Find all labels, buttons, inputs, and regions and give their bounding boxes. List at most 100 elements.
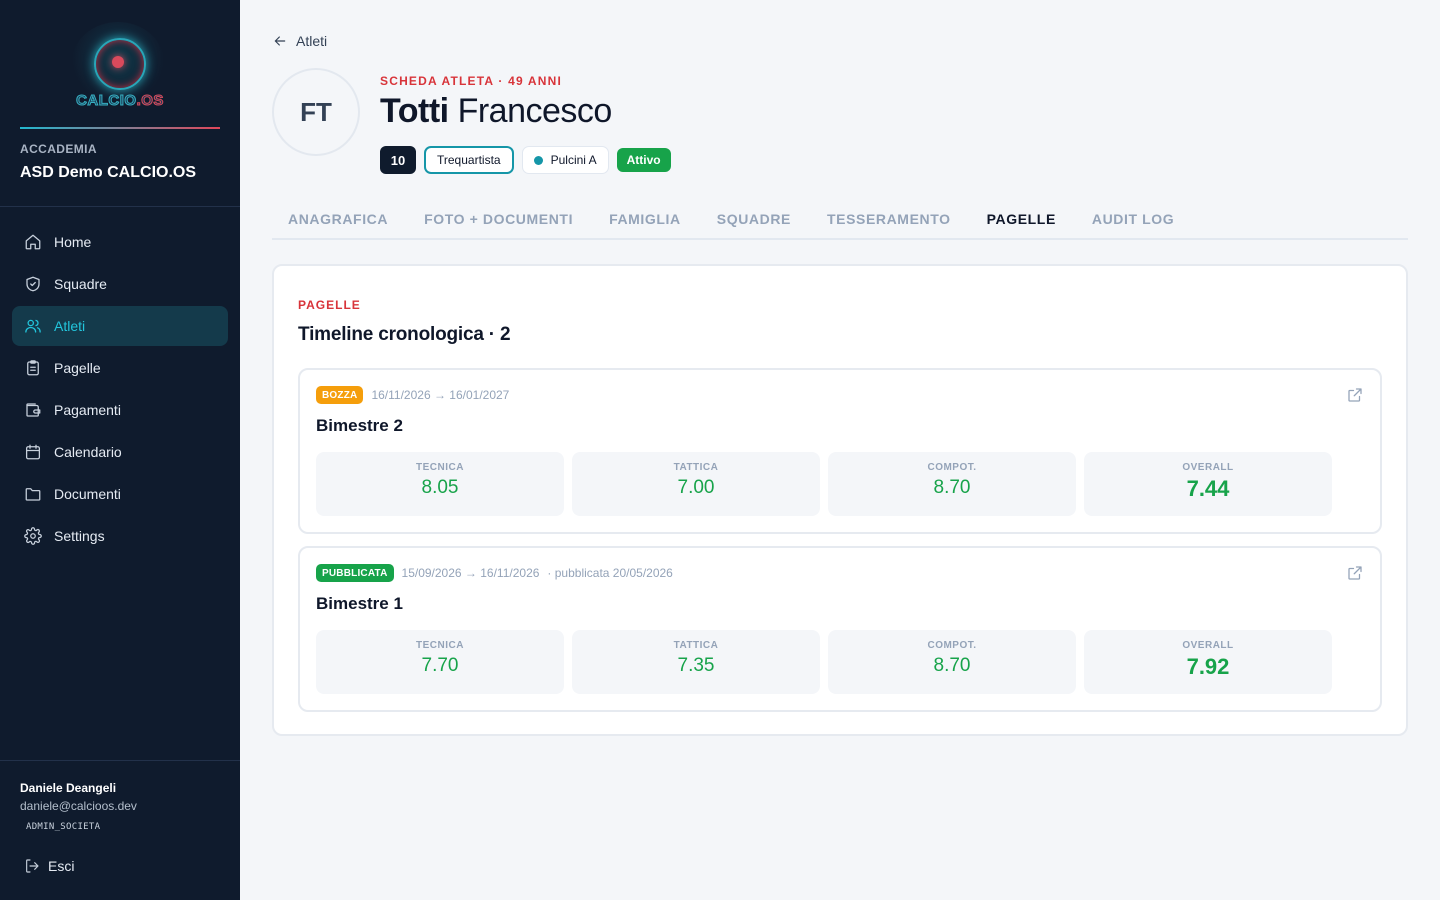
external-link-icon (1348, 388, 1362, 402)
logout-button[interactable]: Esci (24, 858, 74, 874)
score-label: TATTICA (673, 640, 719, 651)
sidebar-item-label: Pagamenti (54, 402, 121, 418)
athlete-avatar: FT (272, 68, 360, 156)
sidebar-item-pagelle[interactable]: Pagelle (12, 348, 228, 388)
open-external-button[interactable] (1346, 386, 1364, 404)
tab-squadre[interactable]: SQUADRE (701, 200, 807, 238)
open-external-button[interactable] (1346, 564, 1364, 582)
team-color-dot (533, 155, 543, 165)
score-value: 7.00 (677, 477, 715, 498)
sidebar-item-pagamenti[interactable]: Pagamenti (12, 390, 228, 430)
status-badge: BOZZA (316, 386, 364, 404)
athlete-firstname: Francesco (457, 92, 613, 130)
back-link-label: Atleti (296, 33, 328, 49)
score-label: TECNICA (416, 640, 464, 651)
score-tattica: TATTICA 7.35 (572, 630, 820, 694)
arrow-left-icon (274, 36, 286, 46)
sidebar-divider (0, 760, 240, 761)
score-label: COMPOT. (927, 640, 977, 651)
athlete-kicker: SCHEDA ATLETA · 49 ANNI (380, 74, 563, 88)
entry-published-date: · pubblicata 20/05/2026 (547, 566, 673, 580)
sidebar-item-home[interactable]: Home (12, 222, 228, 262)
tab-pagelle[interactable]: PAGELLE (971, 200, 1072, 238)
tab-anagrafica[interactable]: ANAGRAFICA (272, 200, 404, 238)
users-icon (25, 319, 41, 333)
academy-name: ASD Demo CALCIO.OS (20, 164, 197, 181)
entry-period: 16/11/2026 → 16/01/2027 (371, 388, 510, 402)
athlete-name: Totti Francesco (380, 92, 612, 131)
logout-icon (26, 859, 39, 873)
score-label: OVERALL (1182, 462, 1234, 473)
score-value: 7.35 (677, 655, 715, 676)
tab-foto-documenti[interactable]: FOTO + DOCUMENTI (408, 200, 589, 238)
athlete-badges: 10 Trequartista Pulcini A Attivo (380, 146, 671, 174)
score-value: 7.92 (1186, 654, 1230, 679)
team-badge-label: Pulcini A (550, 153, 597, 167)
jersey-number-badge: 10 (380, 146, 416, 174)
tab-famiglia[interactable]: FAMIGLIA (593, 200, 697, 238)
athlete-surname: Totti (380, 92, 449, 130)
sidebar-item-label: Documenti (54, 486, 121, 502)
sidebar-item-label: Home (54, 234, 92, 250)
sidebar-item-squadre[interactable]: Squadre (12, 264, 228, 304)
entry-header: BOZZA 16/11/2026 → 16/01/2027 (316, 386, 509, 404)
app-logo[interactable]: CALCIO.OS (60, 18, 180, 114)
score-comportamento: COMPOT. 8.70 (828, 630, 1076, 694)
sidebar-item-documenti[interactable]: Documenti (12, 474, 228, 514)
score-tattica: TATTICA 7.00 (572, 452, 820, 516)
wallet-icon (26, 403, 41, 417)
report-card-entry: BOZZA 16/11/2026 → 16/01/2027 Bimestre 2… (298, 368, 1382, 534)
back-link[interactable]: Atleti (272, 33, 327, 49)
entry-title: Bimestre 1 (316, 594, 403, 613)
entry-period: 15/09/2026 → 16/11/2026 (401, 566, 540, 580)
sidebar-item-calendario[interactable]: Calendario (12, 432, 228, 472)
score-row: TECNICA 7.70 TATTICA 7.35 COMPOT. 8.70 O… (316, 630, 1332, 694)
role-badge: Trequartista (424, 146, 514, 174)
logo-orb-icon (72, 22, 164, 102)
sidebar-divider (0, 206, 240, 207)
sidebar-item-label: Settings (54, 528, 105, 544)
section-title: Timeline cronologica · 2 (298, 324, 511, 345)
score-tecnica: TECNICA 8.05 (316, 452, 564, 516)
gear-icon (24, 527, 42, 545)
sidebar-item-label: Pagelle (54, 360, 101, 376)
user-name: Daniele Deangeli (20, 781, 117, 795)
entry-header: PUBBLICATA 15/09/2026 → 16/11/2026 · pub… (316, 564, 673, 582)
score-overall: OVERALL 7.92 (1084, 630, 1332, 694)
score-value: 7.70 (421, 655, 459, 676)
sidebar-item-settings[interactable]: Settings (12, 516, 228, 556)
section-kicker: PAGELLE (298, 298, 361, 312)
tab-audit-log[interactable]: AUDIT LOG (1076, 200, 1190, 238)
external-link-icon (1348, 566, 1362, 580)
score-value: 7.44 (1186, 476, 1230, 501)
sidebar-item-label: Squadre (54, 276, 107, 292)
entry-title: Bimestre 2 (316, 416, 403, 435)
status-badge: PUBBLICATA (316, 564, 394, 582)
score-tecnica: TECNICA 7.70 (316, 630, 564, 694)
score-value: 8.70 (933, 655, 971, 676)
clipboard-icon (27, 360, 39, 376)
score-label: OVERALL (1182, 640, 1234, 651)
calendar-icon (25, 444, 41, 460)
sidebar: CALCIO.OS ACCADEMIA ASD Demo CALCIO.OS H… (0, 0, 240, 900)
team-badge[interactable]: Pulcini A (521, 146, 609, 174)
pagelle-card: PAGELLE Timeline cronologica · 2 BOZZA 1… (272, 264, 1408, 736)
score-overall: OVERALL 7.44 (1084, 452, 1332, 516)
athlete-tabs: ANAGRAFICA FOTO + DOCUMENTI FAMIGLIA SQU… (272, 200, 1408, 240)
sidebar-item-atleti[interactable]: Atleti (12, 306, 228, 346)
score-value: 8.70 (933, 477, 971, 498)
academy-label: ACCADEMIA (20, 142, 97, 156)
score-comportamento: COMPOT. 8.70 (828, 452, 1076, 516)
logo-underline (20, 127, 220, 129)
score-label: COMPOT. (927, 462, 977, 473)
tab-tesseramento[interactable]: TESSERAMENTO (811, 200, 967, 238)
sidebar-item-label: Calendario (54, 444, 122, 460)
logout-label: Esci (48, 858, 75, 874)
sidebar-nav: Home Squadre Atleti Pagelle Pagamenti Ca… (12, 222, 228, 558)
shield-icon (26, 276, 40, 292)
user-role: ADMIN_SOCIETA (26, 822, 101, 832)
status-badge: Attivo (616, 148, 671, 172)
user-email: daniele@calcioos.dev (20, 799, 137, 813)
score-label: TECNICA (416, 462, 464, 473)
home-icon (25, 234, 41, 250)
